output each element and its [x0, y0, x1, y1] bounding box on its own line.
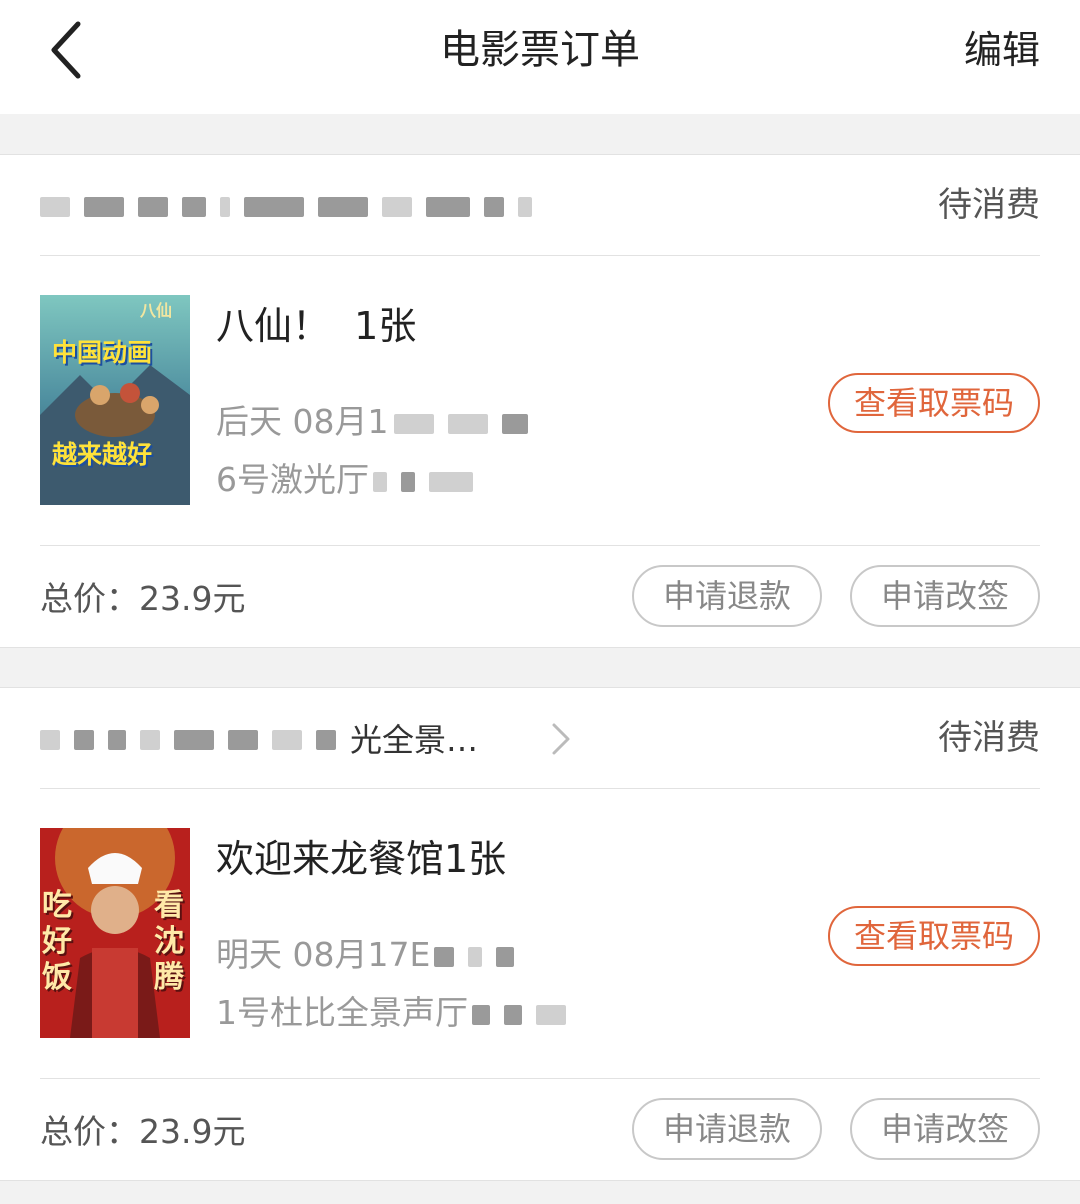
movie-poster[interactable]: 中国动画 越来越好 八仙 — [40, 295, 190, 505]
total-price: 总价：23.9元 — [40, 579, 246, 618]
hall-name: 6号激光厅 — [216, 458, 487, 502]
poster-caption-top: 中国动画 — [52, 338, 153, 367]
top-bar: 电影票订单 编辑 — [0, 0, 1080, 114]
order-card: 待消费 中国动画 越来越好 八仙 八仙！ 1张 后天 08月1 6号激光厅 查看… — [0, 154, 1080, 648]
order-status: 待消费 — [938, 185, 1040, 225]
order-status: 待消费 — [938, 718, 1040, 758]
divider — [40, 545, 1040, 546]
poster-caption-bottom: 越来越好 — [52, 440, 153, 469]
page-title: 电影票订单 — [440, 27, 640, 73]
movie-title: 欢迎来龙餐馆1张 — [216, 837, 507, 881]
change-ticket-button[interactable]: 申请改签 — [850, 565, 1040, 627]
shop-name-redacted — [40, 185, 600, 225]
change-ticket-button[interactable]: 申请改签 — [850, 1098, 1040, 1160]
show-time: 后天 08月1 — [216, 400, 542, 444]
hall-name: 1号杜比全景声厅 — [216, 991, 580, 1035]
shop-row[interactable]: 光全景… 待消费 — [0, 688, 1080, 788]
divider — [40, 788, 1040, 789]
chevron-right-icon[interactable] — [550, 722, 572, 756]
view-ticket-code-button[interactable]: 查看取票码 — [828, 906, 1040, 966]
movie-poster[interactable]: 吃好饭 看沈腾 — [40, 828, 190, 1038]
view-ticket-code-button[interactable]: 查看取票码 — [828, 373, 1040, 433]
poster-image-icon — [40, 295, 190, 505]
order-card: 光全景… 待消费 吃好饭 看沈腾 欢迎来龙餐馆1张 明天 08月17E 1号杜比… — [0, 687, 1080, 1181]
shop-name: 光全景… — [40, 718, 600, 758]
movie-title: 八仙！ 1张 — [216, 304, 417, 348]
divider — [40, 255, 1040, 256]
refund-button[interactable]: 申请退款 — [632, 565, 822, 627]
edit-button[interactable]: 编辑 — [964, 24, 1040, 76]
poster-logo: 八仙 — [140, 301, 173, 320]
poster-caption-left: 吃好饭 — [42, 888, 72, 995]
shop-row[interactable]: 待消费 — [0, 155, 1080, 255]
show-time: 明天 08月17E — [216, 933, 528, 977]
divider — [40, 1078, 1040, 1079]
refund-button[interactable]: 申请退款 — [632, 1098, 822, 1160]
total-price: 总价：23.9元 — [40, 1112, 246, 1151]
poster-caption-right: 看沈腾 — [154, 888, 184, 995]
